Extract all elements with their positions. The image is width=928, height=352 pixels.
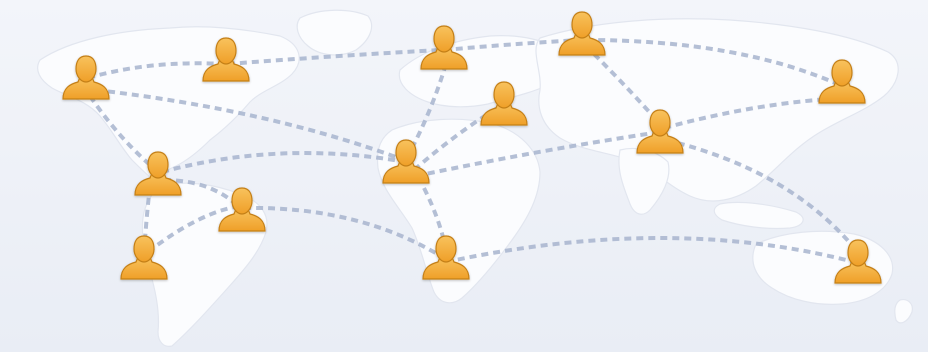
continent-new-zealand — [894, 299, 913, 324]
network-map — [37, 9, 913, 347]
continent-greenland — [296, 9, 373, 56]
connection-line — [161, 151, 407, 174]
continent-north-america — [37, 26, 300, 183]
world-connections-illustration — [0, 0, 928, 352]
continent-indonesia — [713, 201, 804, 230]
continent-india — [618, 147, 670, 215]
